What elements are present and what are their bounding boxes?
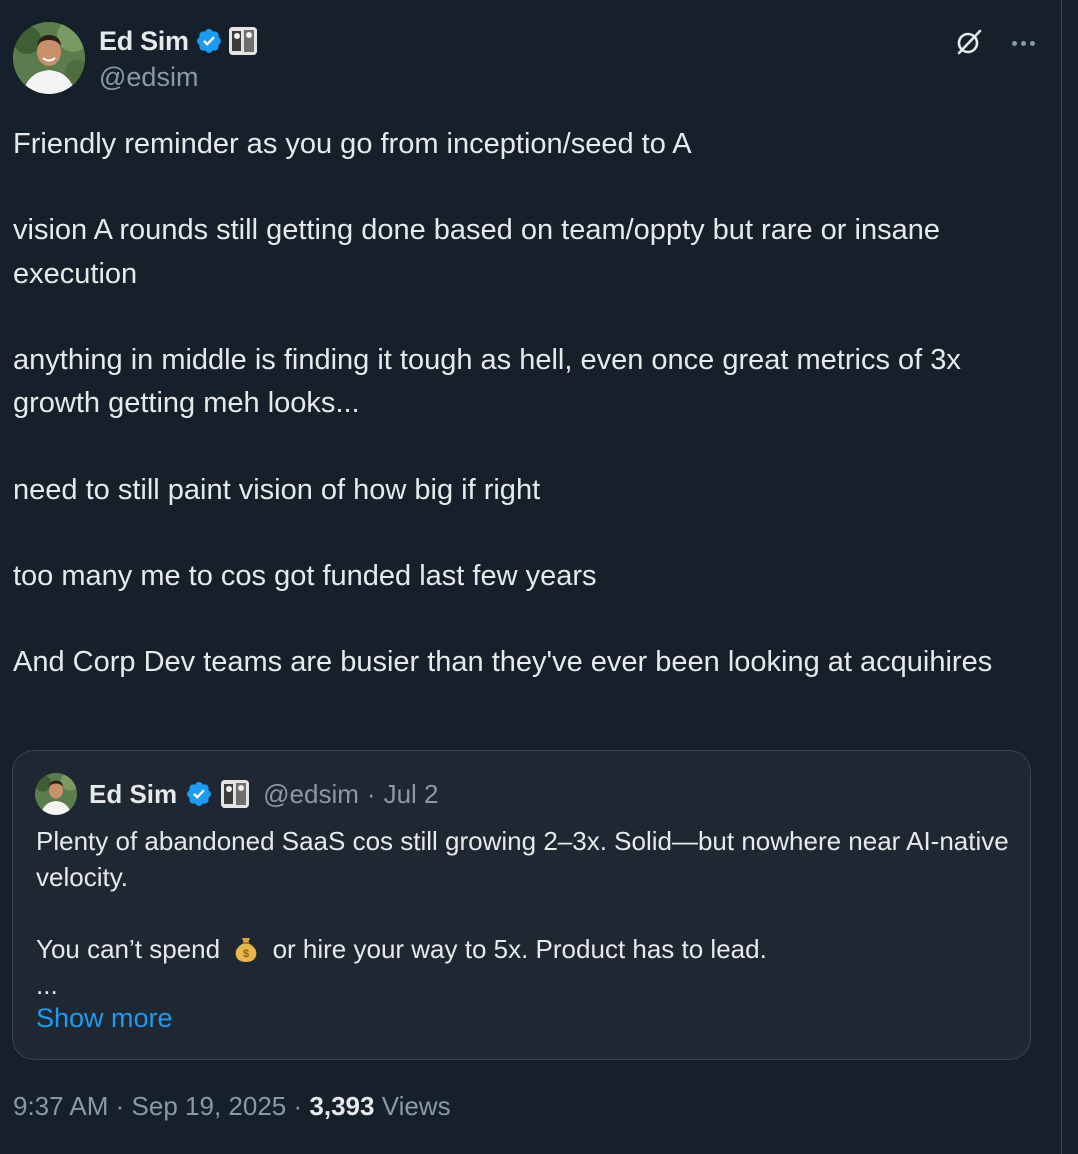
quoted-author-name: Ed Sim: [89, 778, 178, 809]
quoted-text-segment: or hire your way to 5x. Product has to l…: [272, 934, 767, 964]
author-avatar[interactable]: [13, 22, 85, 94]
tweet-date[interactable]: Sep 19, 2025: [132, 1091, 287, 1121]
tweet-paragraph: vision A rounds still getting done based…: [13, 214, 940, 290]
quoted-author-handle: @edsim: [263, 778, 359, 809]
quoted-author-avatar: [35, 773, 77, 815]
meta-separator: ·: [366, 778, 376, 809]
quoted-tweet-line: You can’t spend $ or hire your way to 5x…: [36, 931, 1016, 967]
meta-separator: ·: [115, 1091, 125, 1121]
tweet-time[interactable]: 9:37 AM: [13, 1091, 108, 1121]
quoted-text-segment: You can’t spend: [36, 934, 221, 964]
verified-badge-icon: [187, 782, 212, 806]
grok-icon[interactable]: [953, 26, 985, 58]
tweet-paragraph: too many me to cos got funded last few y…: [13, 559, 597, 592]
quoted-ellipsis: ...: [36, 970, 58, 1000]
money-bag-icon: $: [235, 938, 257, 962]
author-name-row: Ed Sim: [99, 26, 257, 56]
column-divider: [1061, 0, 1062, 1154]
quoted-tweet-text: Plenty of abandoned SaaS cos still growi…: [36, 823, 1016, 1003]
tweet-header: Ed Sim @edsim: [13, 22, 1043, 98]
quoted-tweet-card[interactable]: Ed Sim @edsim · Jul 2 Plenty of abandone…: [12, 750, 1031, 1060]
tweet-text: Friendly reminder as you go from incepti…: [13, 123, 1043, 685]
author-display-name[interactable]: Ed Sim: [99, 26, 189, 57]
more-options-icon[interactable]: [1003, 28, 1043, 58]
tweet-meta-footer: 9:37 AM · Sep 19, 2025 · 3,393 Views: [13, 1091, 451, 1122]
verified-badge-icon: [196, 29, 221, 53]
more-dot: [1011, 40, 1017, 46]
tweet-paragraph: need to still paint vision of how big if…: [13, 473, 541, 506]
meta-separator: ·: [293, 1091, 303, 1121]
more-dot: [1029, 40, 1035, 46]
more-dot: [1020, 40, 1026, 46]
svg-text:$: $: [243, 948, 249, 960]
quoted-tweet-header: Ed Sim @edsim · Jul 2: [35, 772, 438, 816]
quoted-tweet-line: Plenty of abandoned SaaS cos still growi…: [36, 826, 1009, 892]
author-handle[interactable]: @edsim: [99, 62, 198, 93]
tweet-page: Ed Sim @edsim Friendly reminder as you g…: [0, 0, 1078, 1154]
affiliate-badge-icon: [221, 780, 250, 808]
show-more-link[interactable]: Show more: [36, 1003, 173, 1034]
quoted-tweet-date: Jul 2: [383, 778, 439, 809]
tweet-paragraph: And Corp Dev teams are busier than they'…: [13, 646, 993, 679]
affiliate-badge-icon[interactable]: [228, 27, 257, 55]
views-label[interactable]: Views: [382, 1091, 451, 1121]
tweet-paragraph: anything in middle is finding it tough a…: [13, 343, 961, 420]
tweet-paragraph: Friendly reminder as you go from incepti…: [13, 128, 692, 160]
views-count[interactable]: 3,393: [309, 1091, 374, 1121]
